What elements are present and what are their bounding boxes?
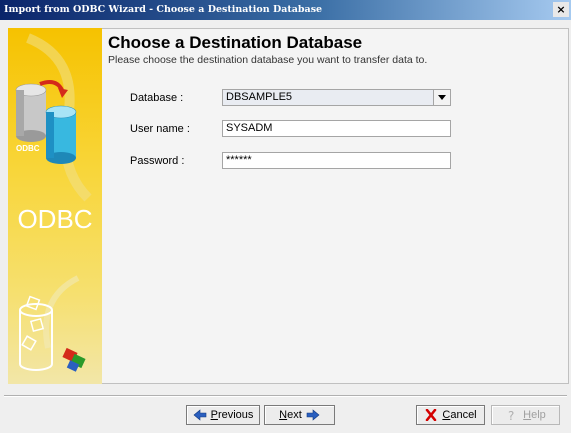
close-button[interactable]: × [553,2,569,17]
help-label-rest: elp [531,409,546,421]
left-arrow-icon [193,409,206,421]
database-label: Database : [130,92,184,104]
help-button[interactable]: ? Help [491,405,560,425]
banner-odbc-small-label: ODBC [16,144,40,153]
database-select-value: DBSAMPLE5 [226,91,293,103]
wizard-banner: ODBC ODBC [8,28,102,384]
help-icon: ? [508,409,514,421]
previous-mnemonic: P [210,409,218,421]
title-bar: Import from ODBC Wizard - Choose a Desti… [0,0,571,20]
banner-odbc-label: ODBC [17,204,93,234]
username-input-value: SYSADM [226,122,273,134]
cancel-label-rest: ancel [450,409,477,421]
red-x-icon [426,409,437,421]
bottom-separator [4,395,567,397]
right-arrow-icon [306,409,320,421]
cancel-button[interactable]: Cancel [416,405,485,425]
previous-button[interactable]: Previous [186,405,260,425]
database-select[interactable]: DBSAMPLE5 [222,89,451,106]
password-label: Password : [130,155,185,167]
username-label: User name : [130,123,190,135]
dropdown-arrow-icon[interactable] [433,90,450,105]
password-input[interactable]: ****** [222,152,451,169]
window-title: Import from ODBC Wizard - Choose a Desti… [4,4,323,15]
next-button[interactable]: Next [264,405,335,425]
svg-text:?: ? [508,409,514,421]
next-label-rest: ext [287,409,302,421]
page-title: Choose a Destination Database [108,33,363,52]
connection-cylinder-icon [19,295,86,372]
page-subtitle: Please choose the destination database y… [108,54,428,66]
previous-label-rest: revious [217,409,254,421]
wizard-window: Import from ODBC Wizard - Choose a Desti… [0,0,571,433]
content-panel [102,28,569,384]
close-icon: × [556,3,566,16]
next-mnemonic: N [279,409,288,421]
password-input-value: ****** [226,154,252,166]
username-input[interactable]: SYSADM [222,120,451,137]
help-mnemonic: H [523,409,532,421]
